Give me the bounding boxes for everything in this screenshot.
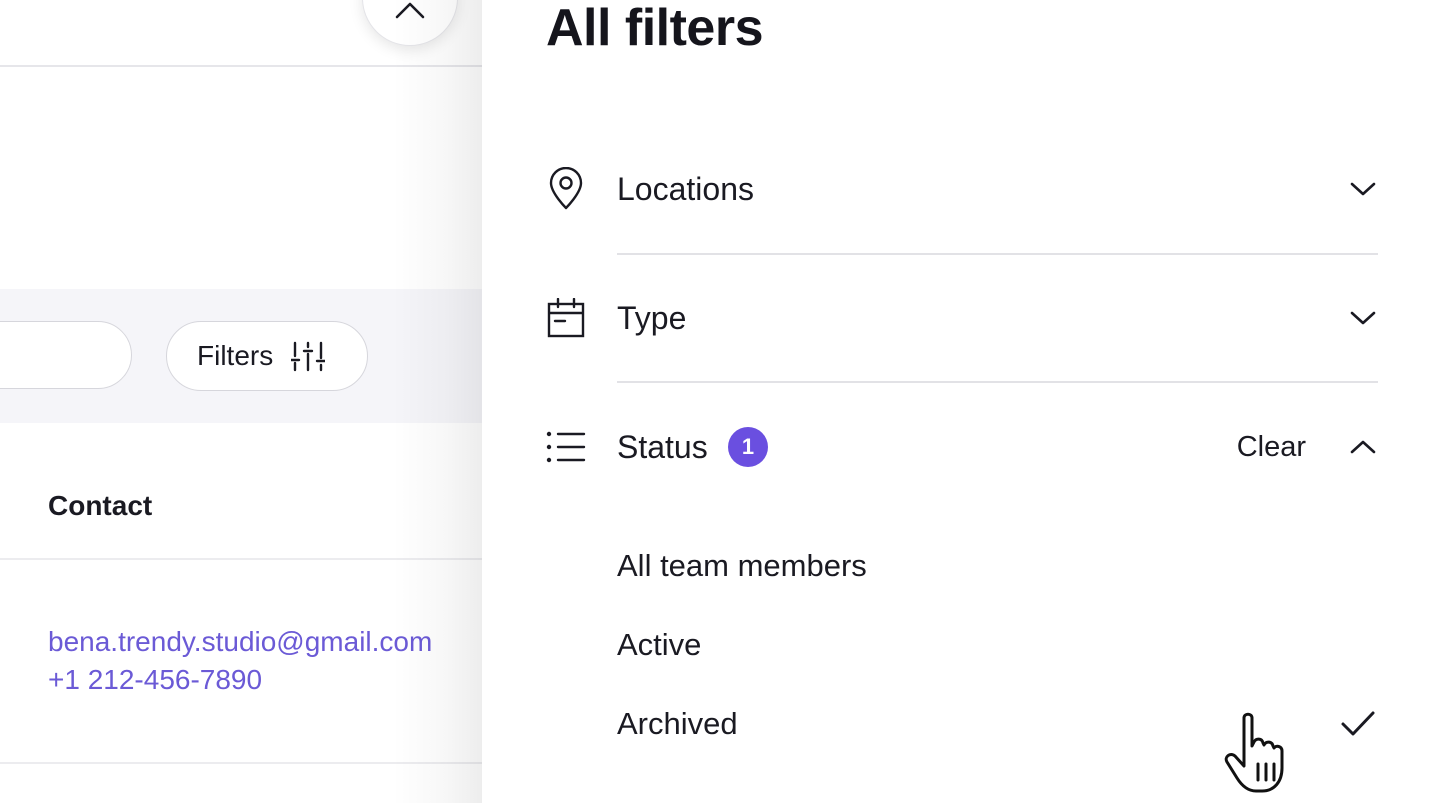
chevron-down-icon	[1348, 174, 1378, 204]
option-label: Archived	[617, 706, 738, 741]
section-type[interactable]: Type	[546, 288, 1378, 348]
section-divider	[617, 253, 1378, 255]
calendar-icon	[546, 296, 586, 340]
column-header-contact: Contact	[48, 490, 153, 521]
status-option-all-team-members[interactable]: All team members	[617, 541, 1378, 591]
section-label-type: Type	[617, 299, 687, 336]
filters-drawer: All filters Locations Type Status 1 Clea…	[482, 0, 1440, 803]
section-label-status: Status	[617, 428, 708, 465]
chevron-down-icon	[1348, 303, 1378, 333]
chevron-up-icon	[1348, 432, 1378, 462]
clear-status-button[interactable]: Clear	[1237, 431, 1306, 464]
filters-button[interactable]: Filters	[166, 321, 368, 391]
option-label: Active	[617, 627, 702, 662]
status-option-active[interactable]: Active	[617, 620, 1378, 670]
option-label: All team members	[617, 548, 867, 583]
list-icon	[546, 425, 586, 469]
section-locations[interactable]: Locations	[546, 159, 1378, 219]
sliders-icon	[291, 341, 326, 372]
pointer-hand-icon	[1224, 712, 1284, 793]
search-input[interactable]	[0, 321, 132, 389]
checkmark-icon	[1338, 704, 1378, 744]
drawer-title: All filters	[546, 0, 764, 57]
filters-button-label: Filters	[197, 340, 274, 371]
contact-phone-link[interactable]: +1 212-456-7890	[48, 664, 262, 696]
drawer-shadow	[392, 0, 482, 803]
map-pin-icon	[546, 167, 586, 211]
status-count-badge: 1	[728, 427, 768, 467]
contact-email-link[interactable]: bena.trendy.studio@gmail.com	[48, 626, 432, 658]
section-divider	[617, 381, 1378, 383]
section-status[interactable]: Status 1 Clear	[546, 417, 1378, 477]
section-label-locations: Locations	[617, 170, 754, 207]
